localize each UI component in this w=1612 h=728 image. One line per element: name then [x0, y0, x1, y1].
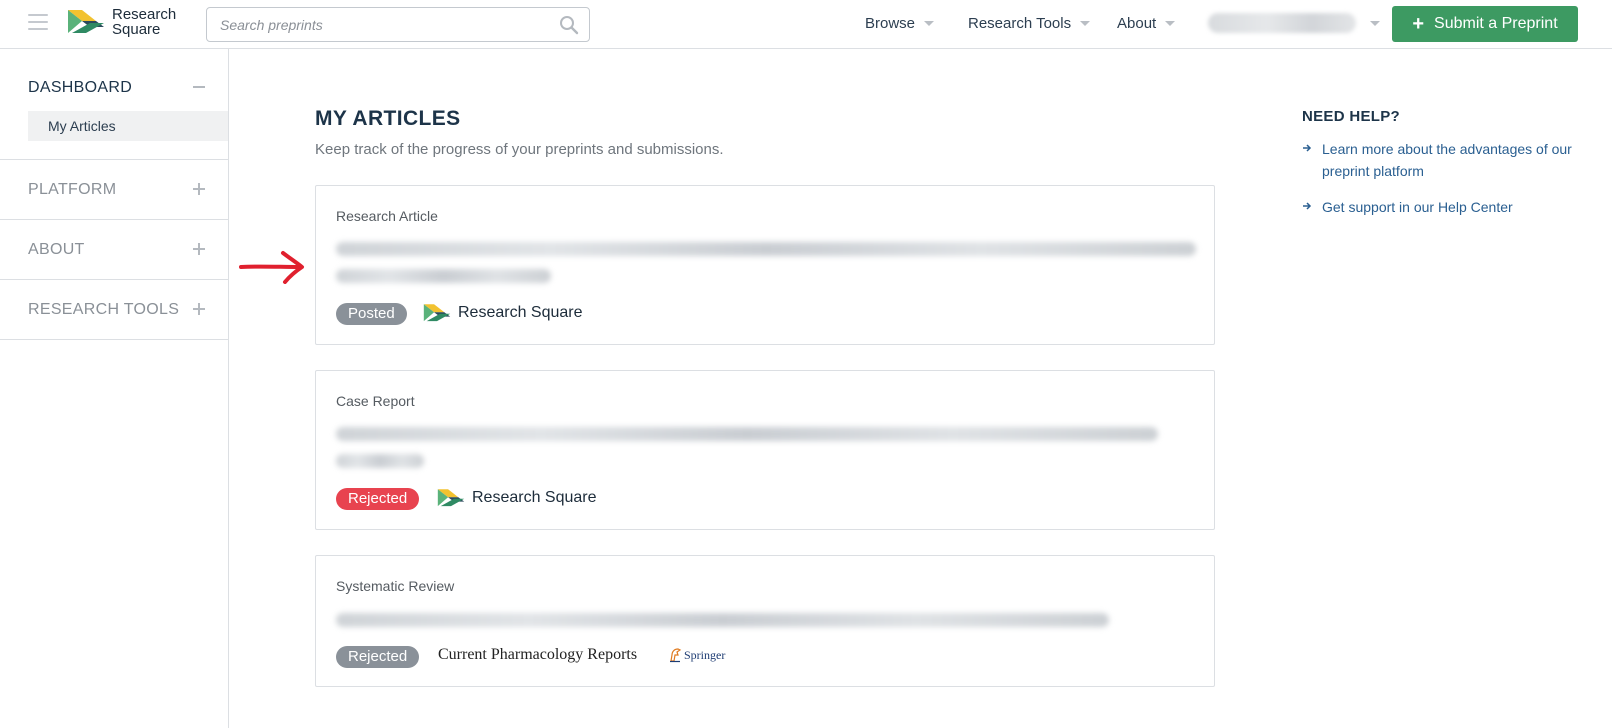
article-title-redacted [336, 269, 551, 283]
sidebar-heading-platform[interactable]: PLATFORM [28, 181, 116, 199]
sidebar-item-my-articles[interactable]: My Articles [28, 111, 228, 141]
expand-plus-icon[interactable] [193, 183, 205, 195]
annotation-arrow-icon [239, 251, 304, 284]
sidebar-section-research-tools: RESEARCH TOOLS [0, 280, 228, 340]
search-icon[interactable] [559, 15, 579, 35]
search-input[interactable] [207, 8, 537, 41]
article-title-redacted [336, 242, 1196, 256]
submit-preprint-label: Submit a Preprint [1434, 15, 1558, 32]
research-square-logo-icon [423, 304, 451, 322]
top-navbar: Research Square Browse Research Tools Ab… [0, 0, 1612, 49]
expand-plus-icon[interactable] [193, 243, 205, 255]
springer-horse-icon [670, 648, 682, 663]
chevron-down-icon [1370, 20, 1380, 26]
sidebar-section-about: ABOUT [0, 220, 228, 280]
chevron-down-icon [924, 21, 935, 26]
nav-about-label: About [1117, 15, 1157, 32]
article-type: Case Report [336, 393, 415, 409]
user-account-menu[interactable] [1208, 13, 1380, 33]
article-type: Research Article [336, 208, 438, 224]
help-title: NEED HELP? [1302, 108, 1401, 125]
publisher-name: Springer [684, 647, 726, 662]
springer-logo: Springer [668, 647, 725, 663]
nav-browse[interactable]: Browse [865, 15, 935, 32]
help-link-label: Get support in our Help Center [1322, 199, 1513, 215]
journal-name: Current Pharmacology Reports [438, 646, 638, 663]
venue-research-square: Research Square [423, 302, 583, 324]
arrow-right-icon [1303, 202, 1312, 210]
user-name-redacted [1208, 13, 1356, 33]
sidebar-heading-research-tools[interactable]: RESEARCH TOOLS [28, 301, 179, 319]
status-badge: Rejected [336, 488, 420, 510]
submit-preprint-button[interactable]: + Submit a Preprint [1392, 6, 1578, 42]
research-square-logo-icon [437, 489, 465, 507]
chevron-down-icon [1165, 21, 1176, 26]
venue-name: Research Square [458, 304, 583, 321]
page-subtitle: Keep track of the progress of your prepr… [315, 141, 724, 158]
nav-research-tools-label: Research Tools [968, 15, 1072, 32]
chevron-down-icon [1080, 21, 1091, 26]
sidebar-section-dashboard: DASHBOARD My Articles [0, 49, 228, 160]
arrow-right-icon [1303, 144, 1312, 152]
help-link-advantages[interactable]: Learn more about the advantages of our p… [1302, 138, 1602, 182]
sidebar-heading-about[interactable]: ABOUT [28, 241, 85, 259]
help-link-label: Learn more about the advantages of our p… [1322, 141, 1572, 179]
venue-research-square: Research Square [437, 487, 597, 509]
status-badge: Rejected [336, 646, 420, 668]
article-type: Systematic Review [336, 578, 455, 594]
article-card[interactable]: Case Report Rejected Research Square [315, 370, 1215, 530]
article-title-redacted [336, 427, 1158, 441]
collapse-minus-icon[interactable] [193, 81, 205, 93]
article-card[interactable]: Systematic Review Rejected Current Pharm… [315, 555, 1215, 687]
sidebar-heading-dashboard[interactable]: DASHBOARD [28, 79, 132, 97]
sidebar: DASHBOARD My Articles PLATFORM ABOUT RES… [0, 49, 229, 728]
page-title: MY ARTICLES [315, 107, 461, 130]
nav-research-tools[interactable]: Research Tools [968, 15, 1091, 32]
expand-plus-icon[interactable] [193, 303, 205, 315]
research-square-logo[interactable]: Research Square [68, 7, 176, 37]
sidebar-section-platform: PLATFORM [0, 160, 228, 220]
venue-name: Research Square [472, 489, 597, 506]
search-box [206, 7, 590, 42]
help-link-help-center[interactable]: Get support in our Help Center [1302, 196, 1602, 218]
article-title-redacted [336, 613, 1109, 627]
plus-icon: + [1412, 13, 1425, 35]
article-title-redacted [336, 454, 424, 468]
logo-mark-icon [68, 10, 104, 33]
hamburger-menu-icon[interactable] [28, 14, 48, 31]
nav-about[interactable]: About [1117, 15, 1176, 32]
article-card[interactable]: Research Article Posted Research Square [315, 185, 1215, 345]
status-badge: Posted [336, 303, 407, 325]
logo-wordmark: Research Square [112, 6, 177, 38]
nav-browse-label: Browse [865, 15, 916, 32]
